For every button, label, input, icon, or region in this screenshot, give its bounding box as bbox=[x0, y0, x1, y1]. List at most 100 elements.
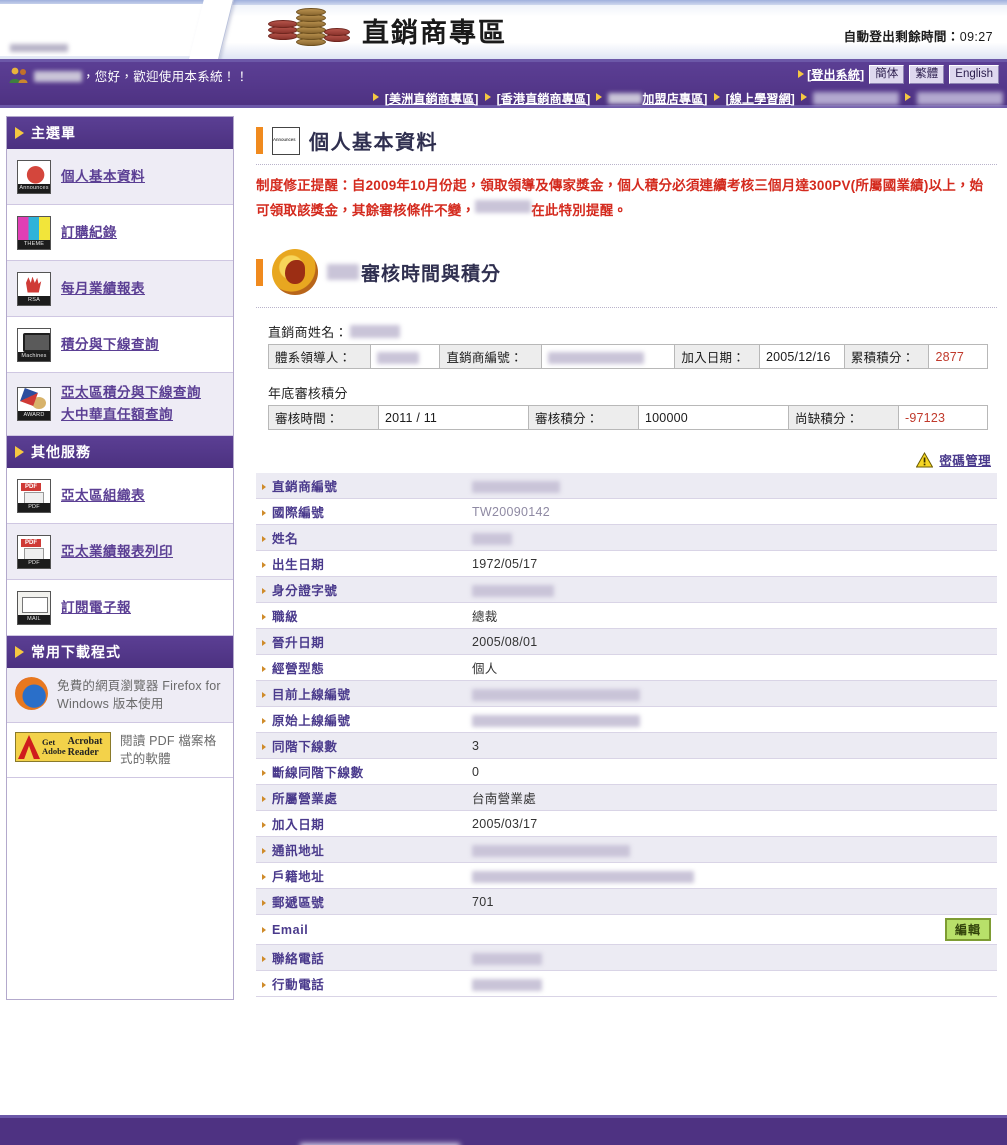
icon-caption: PDF bbox=[18, 502, 50, 512]
download-item-acrobat[interactable]: Get Adobe Acrobat Reader 閱讀 PDF 檔案格式的軟體 bbox=[7, 723, 233, 778]
summary-label-total-points: 累積積分： bbox=[843, 344, 930, 369]
row-label-email: Email bbox=[256, 914, 466, 945]
nav-arrow-0 bbox=[372, 89, 382, 107]
label-text: 姓名 bbox=[272, 532, 299, 546]
sidebar: 主選單 Announces 個人基本資料 THEME 訂購紀錄 RSA 每月業績… bbox=[6, 116, 234, 1000]
label-text: 國際編號 bbox=[272, 506, 325, 520]
sidebar-item-label: 個人基本資料 bbox=[61, 168, 145, 184]
summary-value-leader bbox=[369, 344, 441, 369]
personal-info-table: 直銷商編號 國際編號 TW20090142 姓名 出生日期 1972/05/17… bbox=[256, 473, 997, 997]
download-item-label: 免費的網頁瀏覽器 Firefox for Windows 版本使用 bbox=[57, 679, 221, 711]
audit-section-title: 審核時間與積分 bbox=[327, 259, 501, 286]
lang-traditional-button[interactable]: 繁體 bbox=[909, 65, 945, 84]
nav-arrow-5 bbox=[905, 89, 914, 107]
sidebar-item-label-2[interactable]: 大中華直任額查詢 bbox=[61, 405, 201, 425]
label-text: 職級 bbox=[272, 610, 299, 624]
welcome-user-redacted bbox=[34, 70, 82, 82]
row-value-contact-phone bbox=[466, 944, 997, 971]
sidebar-item-personal-info[interactable]: Announces 個人基本資料 bbox=[7, 149, 233, 205]
sidebar-item-order-history[interactable]: THEME 訂購紀錄 bbox=[7, 205, 233, 261]
title-accent-bar bbox=[256, 127, 263, 154]
row-label-mobile-phone: 行動電話 bbox=[256, 970, 466, 997]
redacted-value bbox=[472, 688, 640, 701]
sidebar-downloads-list: 免費的網頁瀏覽器 Firefox for Windows 版本使用 Get Ado… bbox=[7, 668, 233, 778]
sidebar-item-apac-org-chart[interactable]: PDF 亞太區組織表 bbox=[7, 468, 233, 524]
row-value-mailing-address bbox=[466, 836, 997, 863]
redacted-value bbox=[472, 844, 630, 857]
redacted-value bbox=[472, 978, 542, 991]
sidebar-item-label: 亞太業績報表列印 bbox=[61, 543, 173, 559]
page-root: 直銷商專區 自動登出剩餘時間：09:27 ，您好，歡迎使用本系統！！ [登出系統… bbox=[0, 0, 1007, 1145]
download-item-firefox[interactable]: 免費的網頁瀏覽器 Firefox for Windows 版本使用 bbox=[7, 668, 233, 723]
row-label-branch-office: 所屬營業處 bbox=[256, 784, 466, 811]
site-title: 直銷商專區 bbox=[362, 17, 507, 49]
announce-icon: Announces bbox=[272, 126, 300, 155]
warning-triangle-icon bbox=[916, 451, 934, 468]
sidebar-item-monthly-report[interactable]: RSA 每月業績報表 bbox=[7, 261, 233, 317]
edit-button[interactable]: 編輯 bbox=[944, 918, 991, 941]
arrow-right-icon bbox=[15, 127, 24, 139]
arrow-right-icon bbox=[798, 69, 805, 78]
password-management-link[interactable]: 密碼管理 bbox=[939, 450, 991, 469]
footer-redacted-text bbox=[0, 1136, 760, 1145]
nav-link-franchise[interactable]: 加盟店專區] bbox=[608, 90, 707, 107]
logout-link[interactable]: [登出系統] bbox=[807, 68, 864, 82]
nav-link-redacted-1[interactable] bbox=[813, 91, 899, 105]
lang-english-button[interactable]: English bbox=[949, 65, 999, 84]
table-row: 斷線同階下線數 0 bbox=[256, 758, 997, 785]
logout-link-wrap[interactable]: [登出系統] bbox=[798, 66, 864, 84]
nav-link-hongkong[interactable]: [香港直銷商專區] bbox=[497, 90, 591, 107]
nav-link-redacted-2[interactable] bbox=[917, 91, 1003, 105]
label-text: 戶籍地址 bbox=[272, 870, 325, 884]
summary-table: 體系領導人： 直銷商編號： 加入日期： 2005/12/16 累積積分： 287… bbox=[268, 344, 988, 369]
icon-caption: Machines bbox=[18, 351, 50, 361]
label-text: 目前上線編號 bbox=[272, 688, 351, 702]
label-text: 所屬營業處 bbox=[272, 792, 338, 806]
row-label-current-upline: 目前上線編號 bbox=[256, 680, 466, 707]
sidebar-item-apac-report-print[interactable]: PDF 亞太業績報表列印 bbox=[7, 524, 233, 580]
table-row: 出生日期 1972/05/17 bbox=[256, 550, 997, 577]
nav-link-franchise-redacted bbox=[608, 92, 643, 104]
label-text: 出生日期 bbox=[272, 558, 325, 572]
table-row: 原始上線編號 bbox=[256, 706, 997, 733]
row-label-original-upline: 原始上線編號 bbox=[256, 706, 466, 733]
redacted-value bbox=[472, 952, 542, 965]
audit-section-header: 審核時間與積分 bbox=[256, 249, 997, 295]
audit-label-points: 審核積分： bbox=[528, 405, 639, 430]
notice-redacted-name bbox=[475, 200, 532, 213]
table-row: 經營型態 個人 bbox=[256, 654, 997, 681]
summary-label-dist-no: 直銷商編號： bbox=[439, 344, 543, 369]
sidebar-other-list: PDF 亞太區組織表 PDF 亞太業績報表列印 MAIL 訂閱電子報 bbox=[7, 468, 233, 636]
summary-label-join-date: 加入日期： bbox=[674, 344, 760, 369]
row-value-business-type: 個人 bbox=[466, 654, 997, 681]
nav-link-franchise-label: 加盟店專區] bbox=[642, 91, 708, 106]
theme-icon: THEME bbox=[17, 215, 51, 250]
auto-logout-label: 自動登出剩餘時間： bbox=[843, 30, 960, 44]
sidebar-item-newsletter[interactable]: MAIL 訂閱電子報 bbox=[7, 580, 233, 636]
sidebar-main-list: Announces 個人基本資料 THEME 訂購紀錄 RSA 每月業績報表 M… bbox=[7, 149, 233, 436]
sidebar-item-points-downline[interactable]: Machines 積分與下線查詢 bbox=[7, 317, 233, 373]
audit-value-shortfall: -97123 bbox=[898, 405, 988, 430]
download-item-label: 閱讀 PDF 檔案格式的軟體 bbox=[120, 734, 217, 766]
year-audit-table: 審核時間： 2011 / 11 審核積分： 100000 尚缺積分： -9712… bbox=[268, 405, 988, 430]
table-row: 所屬營業處 台南營業處 bbox=[256, 784, 997, 811]
row-value-promotion-date: 2005/08/01 bbox=[466, 628, 997, 655]
nav-link-americas[interactable]: [美洲直銷商專區] bbox=[385, 90, 479, 107]
sidebar-item-label[interactable]: 亞太區積分與下線查詢 bbox=[61, 383, 201, 403]
table-row: 直銷商編號 bbox=[256, 473, 997, 499]
sidebar-item-apac-points[interactable]: AWARD 亞太區積分與下線查詢 大中華直任額查詢 bbox=[7, 373, 233, 436]
row-value-id-number bbox=[466, 576, 997, 603]
row-value-registered-address bbox=[466, 862, 997, 889]
sidebar-section-title: 其他服務 bbox=[31, 444, 91, 460]
welcome-suffix: ，您好，歡迎使用本系統！！ bbox=[82, 69, 249, 84]
page-title: 個人基本資料 bbox=[309, 130, 438, 154]
site-logo[interactable]: 直銷商專區 bbox=[266, 6, 507, 54]
row-value-same-level-downline: 3 bbox=[466, 732, 997, 759]
table-row: 戶籍地址 bbox=[256, 862, 997, 889]
nav-link-elearning[interactable]: [線上學習網] bbox=[726, 90, 795, 107]
nav-band: ，您好，歡迎使用本系統！！ [登出系統] 簡体 繁體 English [美洲直銷… bbox=[0, 62, 1007, 108]
redacted-value bbox=[472, 584, 554, 597]
lang-simplified-button[interactable]: 簡体 bbox=[869, 65, 905, 84]
header-redacted-text bbox=[10, 44, 68, 52]
label-text: 斷線同階下線數 bbox=[272, 766, 364, 780]
